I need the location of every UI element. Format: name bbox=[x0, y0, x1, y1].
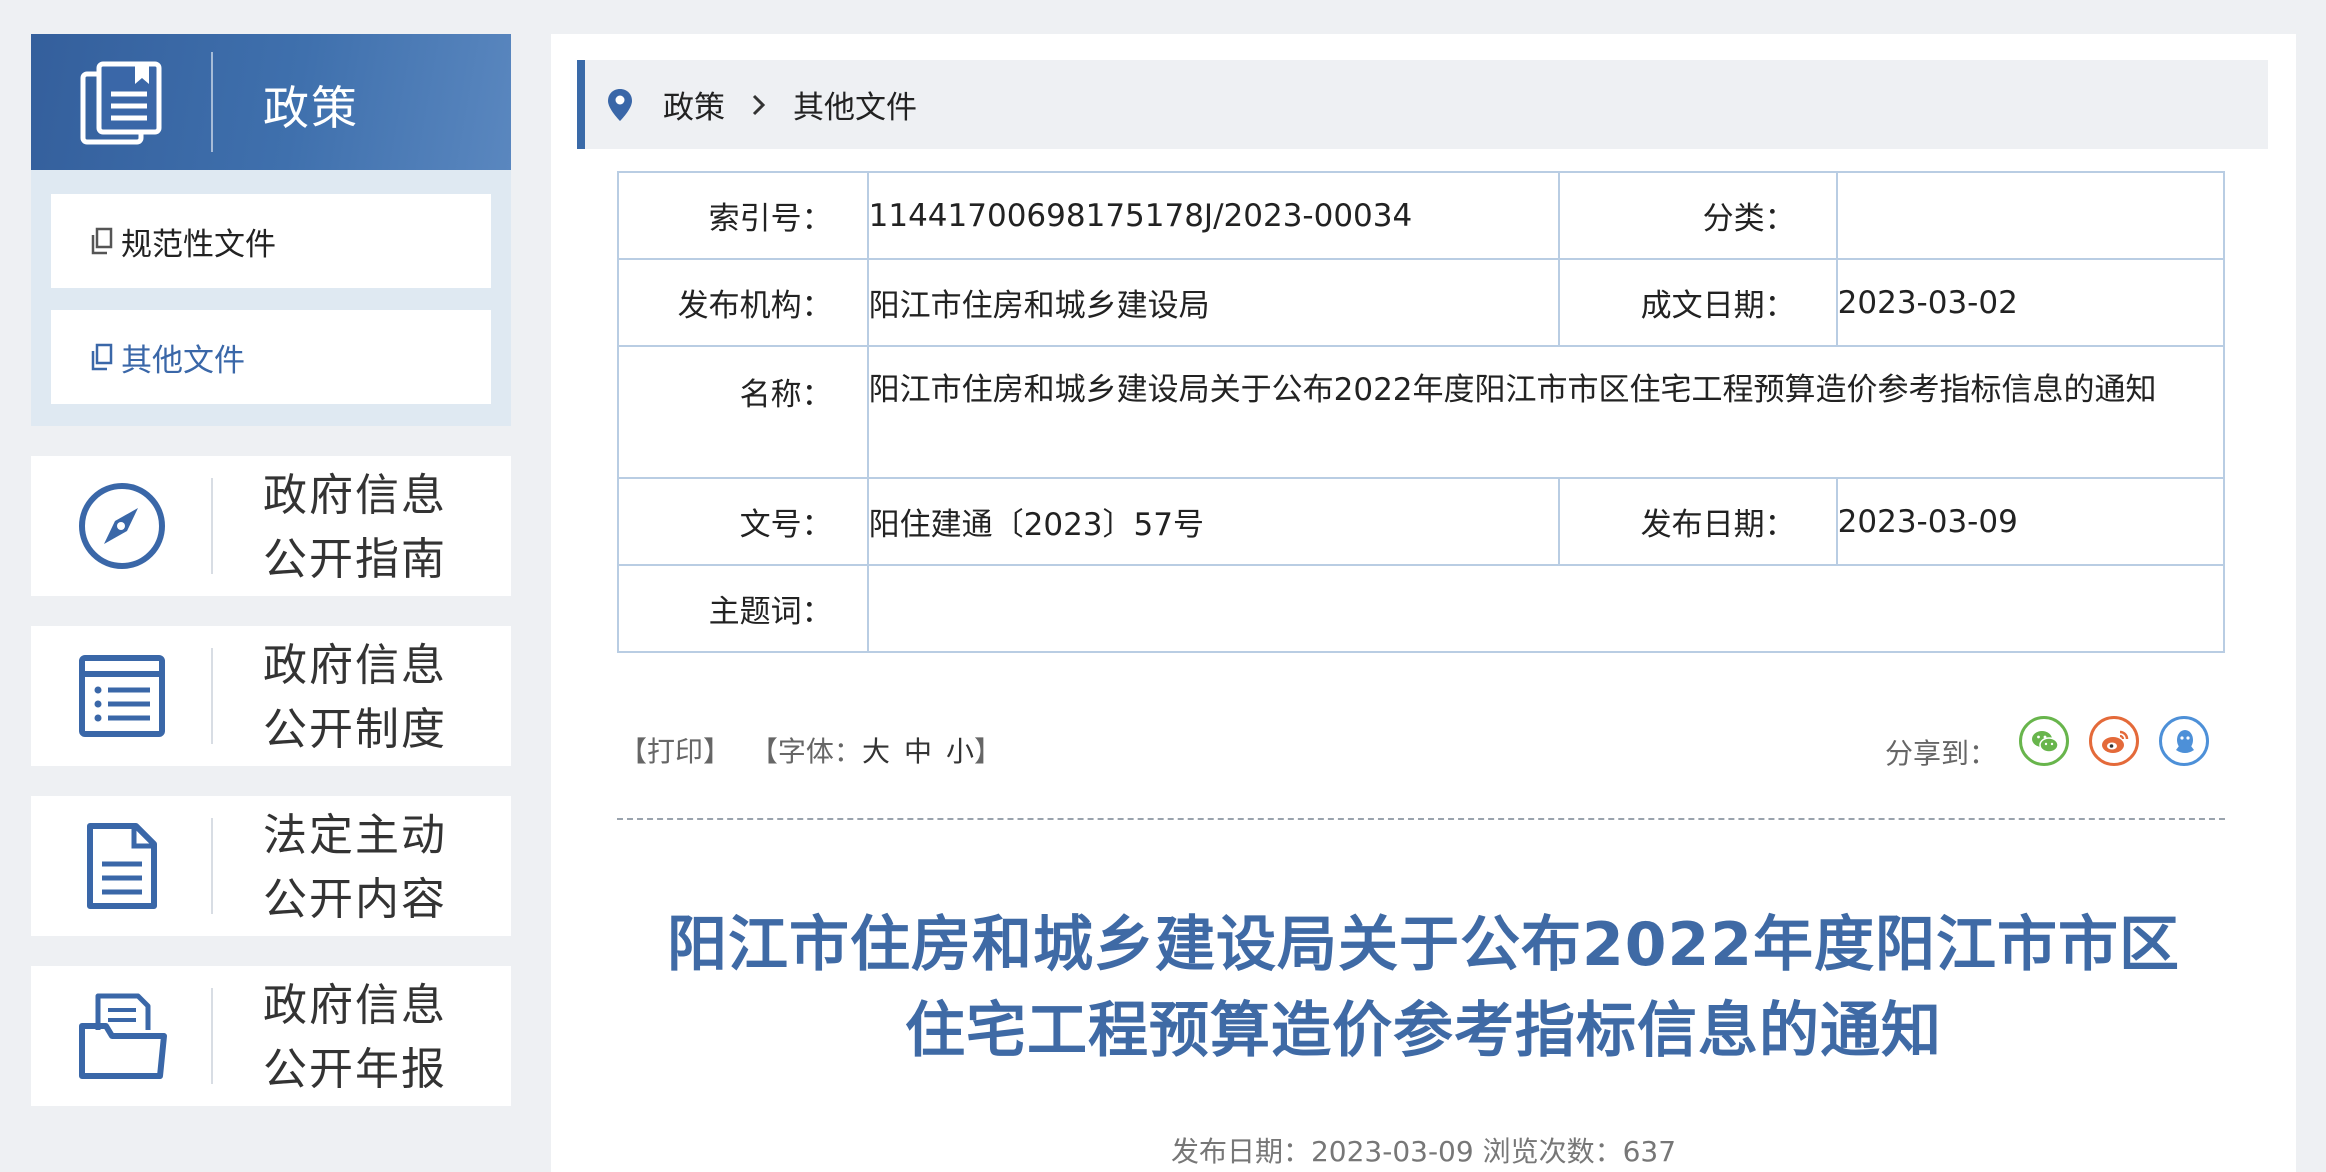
nav-card-line2: 公开年报 bbox=[263, 1044, 447, 1095]
nav-card-label: 政府信息 公开指南 bbox=[263, 464, 447, 592]
issuer-value: 阳江市住房和城乡建设局 bbox=[866, 258, 1561, 347]
nav-card-label: 政府信息 公开制度 bbox=[263, 634, 447, 762]
breadcrumb: 政策 其他文件 bbox=[577, 60, 2268, 149]
category-value bbox=[1835, 171, 2226, 260]
nav-card-line2: 公开指南 bbox=[263, 534, 447, 585]
issuer-label: 发布机构： bbox=[617, 258, 869, 347]
card-divider bbox=[211, 818, 213, 914]
policy-menu: 政策 规范性文件 其他文件 bbox=[31, 34, 511, 426]
header-divider bbox=[211, 52, 213, 152]
card-divider bbox=[211, 648, 213, 744]
article-title-line1: 阳江市住房和城乡建设局关于公布2022年度阳江市市区 bbox=[667, 910, 2180, 980]
print-font-controls: 【打印】 【字体：大中小】 bbox=[619, 730, 1002, 770]
font-medium-button[interactable]: 中 bbox=[904, 735, 932, 768]
compass-icon bbox=[79, 483, 165, 569]
open-folder-icon bbox=[79, 993, 167, 1079]
sidebar-item-label: 规范性文件 bbox=[121, 226, 276, 263]
keywords-label: 主题词： bbox=[617, 564, 869, 653]
written-date-value: 2023-03-02 bbox=[1835, 258, 2226, 347]
qq-icon bbox=[2176, 730, 2194, 753]
publish-date-label: 发布日期： bbox=[1558, 477, 1838, 566]
nav-card-line2: 公开制度 bbox=[263, 704, 447, 755]
main-content: 政策 其他文件 索引号： 11441700698175178J/2023-000… bbox=[551, 34, 2296, 1172]
list-document-icon bbox=[79, 655, 165, 737]
written-date-label: 成文日期： bbox=[1558, 258, 1838, 347]
nav-card-line1: 政府信息 bbox=[263, 980, 447, 1031]
share-label: 分享到： bbox=[1885, 737, 1998, 770]
document-icon bbox=[87, 823, 157, 909]
name-value: 阳江市住房和城乡建设局关于公布2022年度阳江市市区住宅工程预算造价参考指标信息… bbox=[866, 345, 2226, 479]
weibo-icon bbox=[2102, 730, 2129, 753]
nav-card-line1: 法定主动 bbox=[263, 810, 447, 861]
nav-card-label: 政府信息 公开年报 bbox=[263, 974, 447, 1102]
chevron-right-icon bbox=[752, 94, 766, 115]
font-size-suffix: 】 bbox=[973, 735, 1002, 768]
category-label: 分类： bbox=[1558, 171, 1838, 260]
policy-title: 政策 bbox=[263, 81, 359, 135]
share-qq-button[interactable] bbox=[2159, 716, 2209, 766]
name-label: 名称： bbox=[617, 345, 869, 479]
doc-number-value: 阳住建通〔2023〕57号 bbox=[866, 477, 1561, 566]
breadcrumb-item-other-docs[interactable]: 其他文件 bbox=[793, 82, 917, 127]
print-button[interactable]: 【打印】 bbox=[619, 735, 731, 768]
article-title-line2: 住宅工程预算造价参考指标信息的通知 bbox=[905, 996, 1942, 1066]
font-size-prefix: 【字体： bbox=[749, 735, 862, 768]
file-icon bbox=[91, 227, 113, 255]
sidebar-item-other-docs[interactable]: 其他文件 bbox=[51, 310, 491, 404]
sidebar-item-normative-docs[interactable]: 规范性文件 bbox=[51, 194, 491, 288]
nav-card-line1: 政府信息 bbox=[263, 640, 447, 691]
doc-number-label: 文号： bbox=[617, 477, 869, 566]
nav-card-label: 法定主动 公开内容 bbox=[263, 804, 447, 932]
font-small-button[interactable]: 小 bbox=[946, 735, 974, 768]
card-divider bbox=[211, 478, 213, 574]
nav-card-disclosure-system[interactable]: 政府信息 公开制度 bbox=[31, 626, 511, 766]
share-wechat-button[interactable] bbox=[2019, 716, 2069, 766]
wechat-icon bbox=[2032, 731, 2059, 753]
nav-card-line1: 政府信息 bbox=[263, 470, 447, 521]
card-divider bbox=[211, 988, 213, 1084]
nav-card-statutory-content[interactable]: 法定主动 公开内容 bbox=[31, 796, 511, 936]
file-icon bbox=[91, 343, 113, 371]
font-large-button[interactable]: 大 bbox=[862, 735, 890, 768]
location-pin-icon bbox=[608, 88, 632, 121]
nav-card-annual-report[interactable]: 政府信息 公开年报 bbox=[31, 966, 511, 1106]
nav-card-line2: 公开内容 bbox=[263, 874, 447, 925]
documents-icon bbox=[80, 61, 162, 145]
sidebar-item-label: 其他文件 bbox=[121, 342, 245, 379]
article-meta: 发布日期：2023-03-09 浏览次数：637 bbox=[1170, 1135, 1677, 1168]
publish-date-value: 2023-03-09 bbox=[1835, 477, 2226, 566]
article-toolbar: 【打印】 【字体：大中小】 分享到： bbox=[617, 714, 2225, 784]
document-info-table: 索引号： 11441700698175178J/2023-00034 分类： 发… bbox=[617, 171, 2226, 653]
index-value: 11441700698175178J/2023-00034 bbox=[866, 171, 1561, 260]
share-weibo-button[interactable] bbox=[2089, 716, 2139, 766]
article-title: 阳江市住房和城乡建设局关于公布2022年度阳江市市区 住宅工程预算造价参考指标信… bbox=[551, 902, 2296, 1074]
divider bbox=[617, 818, 2225, 820]
policy-header[interactable]: 政策 bbox=[31, 34, 511, 170]
breadcrumb-item-policy[interactable]: 政策 bbox=[663, 82, 725, 127]
sidebar: 政策 规范性文件 其他文件 政府信息 公开指南 政府信息 公开制度 法定主动 公… bbox=[31, 34, 511, 1106]
keywords-value bbox=[866, 564, 2226, 653]
nav-card-disclosure-guide[interactable]: 政府信息 公开指南 bbox=[31, 456, 511, 596]
index-label: 索引号： bbox=[617, 171, 869, 260]
